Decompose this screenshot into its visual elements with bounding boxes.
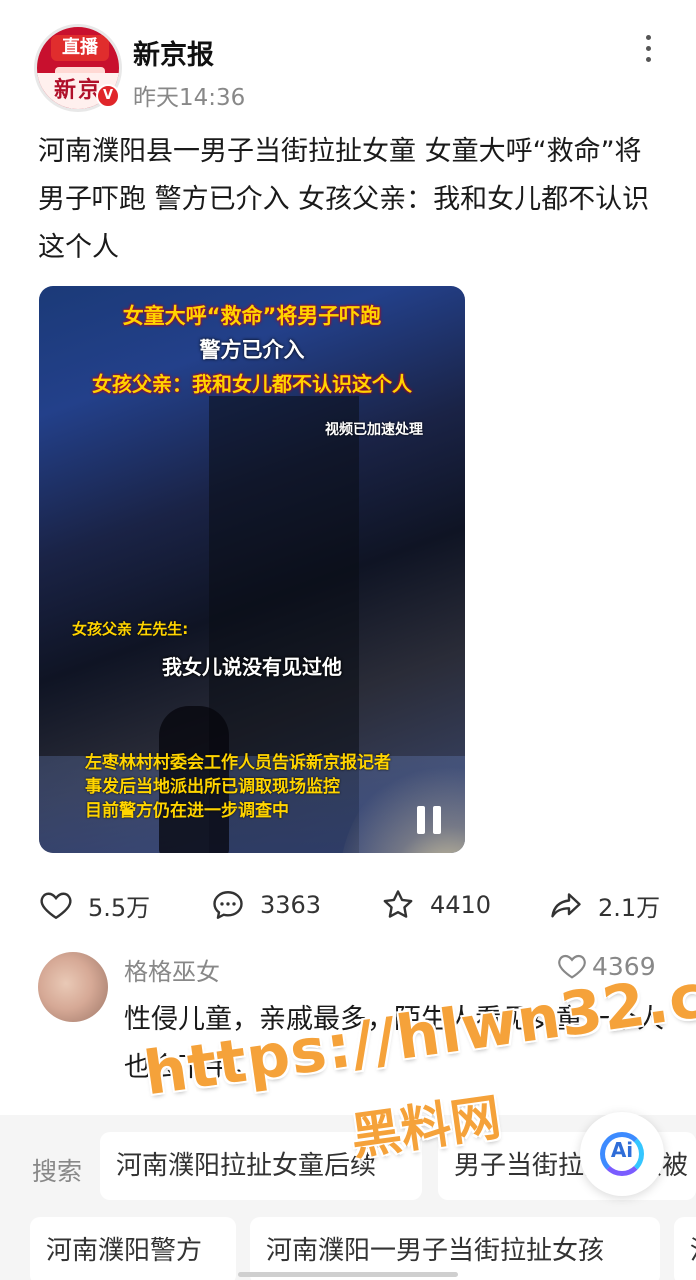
share-count: 2.1万 bbox=[598, 893, 661, 922]
more-options-icon[interactable] bbox=[636, 32, 660, 64]
video-caption-line3: 女孩父亲：我和女儿都不认识这个人 bbox=[92, 372, 412, 396]
author-name[interactable]: 新京报 bbox=[133, 33, 214, 72]
video-caption-line1: 女童大呼“救命”将男子吓跑 bbox=[122, 304, 382, 328]
commenter-name[interactable]: 格格巫女 bbox=[124, 952, 220, 987]
search-label: 搜索 bbox=[32, 1157, 83, 1186]
share-arrow-icon bbox=[551, 893, 581, 918]
star-icon bbox=[383, 890, 413, 918]
ai-label: Ai bbox=[610, 1138, 634, 1162]
video-speaker-label: 女孩父亲 左先生: bbox=[72, 620, 189, 638]
video-info-line3: 目前警方仍在进一步调查中 bbox=[85, 801, 289, 821]
post-headline[interactable]: 河南濮阳县一男子当街拉扯女童 女童大呼“救命”将男子吓跑 警方已介入 女孩父亲：… bbox=[38, 128, 664, 272]
home-indicator bbox=[238, 1272, 458, 1277]
video-quote: 我女儿说没有见过他 bbox=[162, 655, 342, 679]
commenter-avatar[interactable] bbox=[38, 952, 108, 1022]
live-badge: 直播 bbox=[51, 35, 109, 61]
share-button[interactable]: 2.1万 bbox=[548, 884, 660, 926]
post-card: 直播 新京 V 新京报 昨天14:36 河南濮阳县一男子当街拉扯女童 女童大呼“… bbox=[0, 0, 696, 1115]
search-chip[interactable]: 河南濮阳一男子当街拉扯女孩 bbox=[250, 1217, 660, 1280]
search-chip[interactable]: 河南濮阳警方 bbox=[30, 1217, 236, 1280]
comment-count: 3363 bbox=[260, 891, 322, 919]
post-time: 昨天14:36 bbox=[133, 85, 246, 111]
ai-assistant-button[interactable]: Ai bbox=[580, 1112, 664, 1196]
video-info-line1: 左枣林村村委会工作人员告诉新京报记者 bbox=[85, 753, 391, 773]
video-info-line2: 事发后当地派出所已调取现场监控 bbox=[85, 777, 340, 797]
pause-icon[interactable] bbox=[417, 806, 443, 834]
favorite-button[interactable]: 4410 bbox=[380, 884, 491, 926]
verified-icon: V bbox=[96, 84, 120, 108]
like-count: 5.5万 bbox=[88, 893, 151, 922]
favorite-count: 4410 bbox=[430, 891, 492, 919]
search-chip[interactable]: 河 bbox=[674, 1217, 696, 1280]
like-button[interactable]: 5.5万 bbox=[38, 884, 150, 926]
video-sped-up-note: 视频已加速处理 bbox=[325, 422, 423, 438]
heart-icon bbox=[40, 892, 72, 920]
comment-button[interactable]: 3363 bbox=[210, 884, 321, 926]
video-player[interactable]: 女童大呼“救命”将男子吓跑 警方已介入 女孩父亲：我和女儿都不认识这个人 视频已… bbox=[39, 286, 465, 853]
video-caption-line2: 警方已介入 bbox=[199, 338, 305, 362]
comment-bubble-icon bbox=[213, 891, 243, 919]
